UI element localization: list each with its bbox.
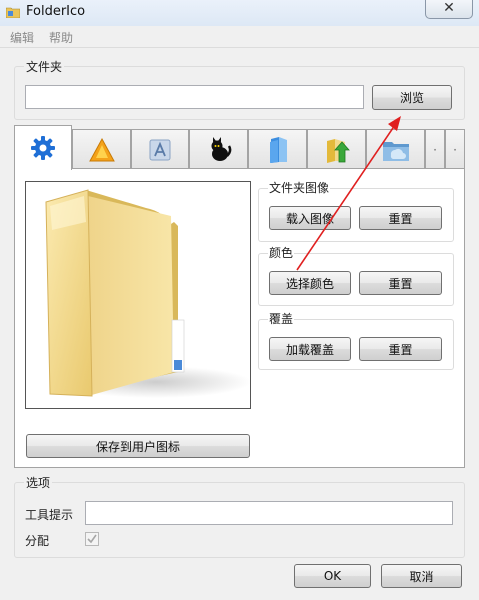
load-image-button[interactable]: 载入图像 xyxy=(269,206,351,230)
tooltip-label: 工具提示 xyxy=(25,508,74,522)
tab-blue-folder-cloud[interactable] xyxy=(366,129,425,169)
window-title: FolderIco xyxy=(26,4,86,19)
blue-folder-icon xyxy=(269,136,287,163)
tab-cat[interactable] xyxy=(189,129,248,169)
overlay-label: 覆盖 xyxy=(268,310,295,327)
black-cat-icon xyxy=(211,136,231,161)
tab-scroll-right[interactable]: · xyxy=(445,129,465,169)
color-reset-button[interactable]: 重置 xyxy=(359,271,442,295)
folder-group-label: 文件夹 xyxy=(24,58,65,75)
app-store-icon xyxy=(149,139,171,160)
folder-path-input[interactable] xyxy=(25,85,364,109)
close-button[interactable]: ✕ xyxy=(425,0,473,19)
tab-scroll-right-icon: · xyxy=(453,142,457,157)
tab-app-store[interactable] xyxy=(131,129,189,169)
assign-checkbox[interactable] xyxy=(85,532,99,546)
assign-label: 分配 xyxy=(25,534,50,548)
gear-icon xyxy=(31,136,55,160)
tab-green-arrow-folder[interactable] xyxy=(307,129,366,169)
menu-edit[interactable]: 编辑 xyxy=(10,29,34,46)
icon-tab-strip: · · xyxy=(14,125,465,170)
menu-help[interactable]: 帮助 xyxy=(49,29,73,46)
tab-blue-folder[interactable] xyxy=(248,129,307,169)
check-icon xyxy=(87,534,97,544)
folder-preview xyxy=(25,181,251,409)
choose-color-button[interactable]: 选择颜色 xyxy=(269,271,351,295)
tab-settings[interactable] xyxy=(14,125,72,170)
tooltip-input[interactable] xyxy=(85,501,453,525)
warning-icon xyxy=(88,137,115,161)
large-folder-preview-icon xyxy=(45,189,250,398)
image-reset-button[interactable]: 重置 xyxy=(359,206,442,230)
ok-button[interactable]: OK xyxy=(294,564,371,588)
folder-app-icon xyxy=(6,7,20,18)
browse-button[interactable]: 浏览 xyxy=(372,85,452,110)
green-arrow-folder-icon xyxy=(326,138,350,163)
save-user-icon-button[interactable]: 保存到用户图标 xyxy=(26,434,250,458)
tab-scroll-left[interactable]: · xyxy=(425,129,445,169)
overlay-reset-button[interactable]: 重置 xyxy=(359,337,442,361)
cancel-button[interactable]: 取消 xyxy=(381,564,462,588)
menu-bar: 编辑 帮助 xyxy=(0,26,479,48)
options-group-label: 选项 xyxy=(24,474,53,491)
load-overlay-button[interactable]: 加载覆盖 xyxy=(269,337,351,361)
tab-scroll-left-icon: · xyxy=(433,142,437,157)
color-label: 颜色 xyxy=(268,244,295,261)
folder-image-label: 文件夹图像 xyxy=(268,179,331,196)
tab-warning[interactable] xyxy=(72,129,131,169)
title-bar: FolderIco ✕ xyxy=(0,0,479,26)
blue-folder-cloud-icon xyxy=(382,141,409,161)
